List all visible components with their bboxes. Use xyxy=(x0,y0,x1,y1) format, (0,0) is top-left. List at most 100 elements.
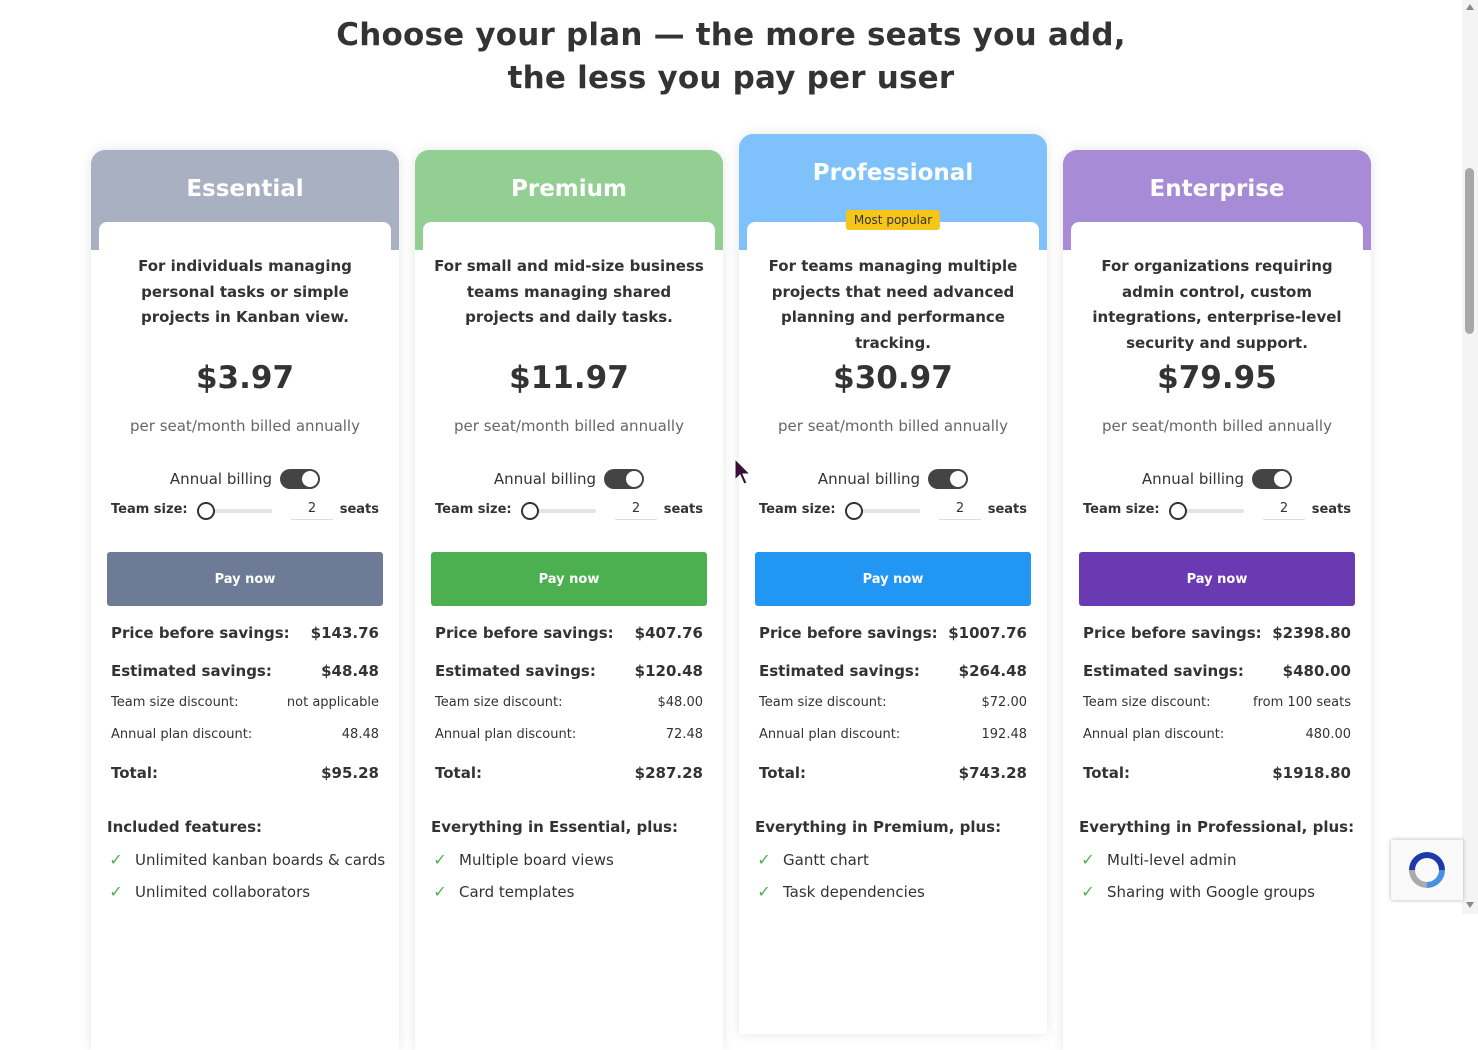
team-size-slider-thumb[interactable] xyxy=(845,502,863,520)
price-before-savings-label: Price before savings: xyxy=(435,624,614,642)
check-icon: ✓ xyxy=(433,850,447,869)
toggle-knob xyxy=(626,471,643,487)
pay-now-button[interactable]: Pay now xyxy=(107,552,383,606)
pay-now-button[interactable]: Pay now xyxy=(431,552,707,606)
plan-price: $11.97 xyxy=(509,360,629,396)
plan-card-premium: Premium For small and mid-size business … xyxy=(415,150,723,1050)
annual-billing-label: Annual billing xyxy=(493,470,597,488)
headline-line-1: Choose your plan — the more seats you ad… xyxy=(336,17,1126,53)
estimated-savings-value: $480.00 xyxy=(1282,662,1351,680)
check-icon: ✓ xyxy=(433,882,447,901)
estimated-savings-row: Estimated savings: $120.48 xyxy=(435,662,703,680)
team-size-row: Team size: 2 seats xyxy=(435,500,703,520)
team-size-input[interactable]: 2 xyxy=(615,501,657,520)
feature-item: ✓ Sharing with Google groups xyxy=(1079,882,1315,901)
scroll-down-arrow-icon[interactable] xyxy=(1466,902,1474,908)
estimated-savings-value: $264.48 xyxy=(958,662,1027,680)
annual-billing-row: Annual billing xyxy=(415,469,723,489)
estimated-savings-value: $120.48 xyxy=(634,662,703,680)
team-size-slider[interactable] xyxy=(206,509,272,513)
price-before-savings-value: $2398.80 xyxy=(1272,624,1351,642)
plan-description: For small and mid-size business teams ma… xyxy=(434,257,704,326)
check-icon: ✓ xyxy=(1081,850,1095,869)
annual-plan-discount-value: 48.48 xyxy=(341,727,379,742)
feature-item: ✓ Unlimited kanban boards & cards xyxy=(107,850,385,869)
team-size-row: Team size: 2 seats xyxy=(1083,500,1351,520)
team-size-discount-value: $72.00 xyxy=(981,695,1028,710)
scrollbar-thumb[interactable] xyxy=(1465,168,1474,334)
total-value: $1918.80 xyxy=(1272,764,1351,782)
total-row: Total: $287.28 xyxy=(435,764,703,782)
annual-billing-toggle[interactable] xyxy=(928,469,969,489)
team-size-slider[interactable] xyxy=(854,509,920,513)
annual-plan-discount-row: Annual plan discount: 48.48 xyxy=(111,727,379,742)
recaptcha-badge[interactable] xyxy=(1391,840,1463,900)
features-title: Included features: xyxy=(107,818,263,836)
team-size-input[interactable]: 2 xyxy=(939,501,981,520)
feature-label: Unlimited kanban boards & cards xyxy=(135,850,386,869)
team-size-slider[interactable] xyxy=(1178,509,1244,513)
annual-plan-discount-row: Annual plan discount: 72.48 xyxy=(435,727,703,742)
total-row: Total: $95.28 xyxy=(111,764,379,782)
toggle-knob xyxy=(950,471,967,487)
price-before-savings-value: $407.76 xyxy=(634,624,703,642)
total-label: Total: xyxy=(759,764,806,782)
total-value: $95.28 xyxy=(321,764,379,782)
plan-price: $79.95 xyxy=(1157,360,1277,396)
team-size-slider-thumb[interactable] xyxy=(1169,502,1187,520)
annual-plan-discount-label: Annual plan discount: xyxy=(759,727,901,742)
annual-billing-label: Annual billing xyxy=(1141,470,1245,488)
total-label: Total: xyxy=(111,764,158,782)
vertical-scrollbar[interactable] xyxy=(1462,0,1478,914)
annual-billing-row: Annual billing xyxy=(1063,469,1371,489)
plan-price: $3.97 xyxy=(195,360,295,396)
team-size-label: Team size: xyxy=(435,502,512,517)
price-before-savings-row: Price before savings: $1007.76 xyxy=(759,624,1027,642)
team-size-label: Team size: xyxy=(111,502,188,517)
features-title: Everything in Professional, plus: xyxy=(1079,818,1355,836)
feature-label: Multi-level admin xyxy=(1107,850,1237,869)
price-before-savings-label: Price before savings: xyxy=(759,624,938,642)
team-size-discount-label: Team size discount: xyxy=(759,695,887,710)
total-value: $743.28 xyxy=(958,764,1027,782)
seats-label: seats xyxy=(1311,502,1351,517)
check-icon: ✓ xyxy=(1081,882,1095,901)
annual-billing-toggle[interactable] xyxy=(604,469,645,489)
team-size-discount-row: Team size discount: $48.00 xyxy=(435,695,703,710)
annual-plan-discount-label: Annual plan discount: xyxy=(111,727,253,742)
team-size-slider-thumb[interactable] xyxy=(521,502,539,520)
team-size-slider-thumb[interactable] xyxy=(197,502,215,520)
team-size-slider[interactable] xyxy=(530,509,596,513)
team-size-label: Team size: xyxy=(1083,502,1160,517)
feature-item: ✓ Task dependencies xyxy=(755,882,925,901)
price-before-savings-value: $143.76 xyxy=(310,624,379,642)
price-before-savings-row: Price before savings: $143.76 xyxy=(111,624,379,642)
team-size-discount-row: Team size discount: from 100 seats xyxy=(1083,695,1351,710)
annual-billing-row: Annual billing xyxy=(91,469,399,489)
price-before-savings-row: Price before savings: $2398.80 xyxy=(1083,624,1351,642)
total-label: Total: xyxy=(1083,764,1130,782)
pay-now-button[interactable]: Pay now xyxy=(755,552,1031,606)
check-icon: ✓ xyxy=(757,882,771,901)
scroll-up-arrow-icon[interactable] xyxy=(1466,4,1474,10)
estimated-savings-row: Estimated savings: $264.48 xyxy=(759,662,1027,680)
annual-billing-toggle[interactable] xyxy=(1252,469,1293,489)
price-before-savings-value: $1007.76 xyxy=(948,624,1027,642)
team-size-discount-label: Team size discount: xyxy=(435,695,563,710)
feature-item: ✓ Gantt chart xyxy=(755,850,869,869)
price-before-savings-label: Price before savings: xyxy=(111,624,290,642)
team-size-input[interactable]: 2 xyxy=(291,501,333,520)
feature-label: Sharing with Google groups xyxy=(1107,882,1315,901)
annual-billing-toggle[interactable] xyxy=(280,469,321,489)
team-size-input[interactable]: 2 xyxy=(1263,501,1305,520)
recaptcha-icon xyxy=(1409,852,1445,888)
price-period: per seat/month billed annually xyxy=(778,417,1008,435)
annual-billing-label: Annual billing xyxy=(817,470,921,488)
pay-now-button[interactable]: Pay now xyxy=(1079,552,1355,606)
estimated-savings-label: Estimated savings: xyxy=(1083,662,1244,680)
annual-billing-row: Annual billing xyxy=(739,469,1047,489)
team-size-discount-label: Team size discount: xyxy=(111,695,239,710)
price-period: per seat/month billed annually xyxy=(130,417,360,435)
team-size-label: Team size: xyxy=(759,502,836,517)
plan-card-professional: Professional Most popular For teams mana… xyxy=(739,134,1047,1034)
